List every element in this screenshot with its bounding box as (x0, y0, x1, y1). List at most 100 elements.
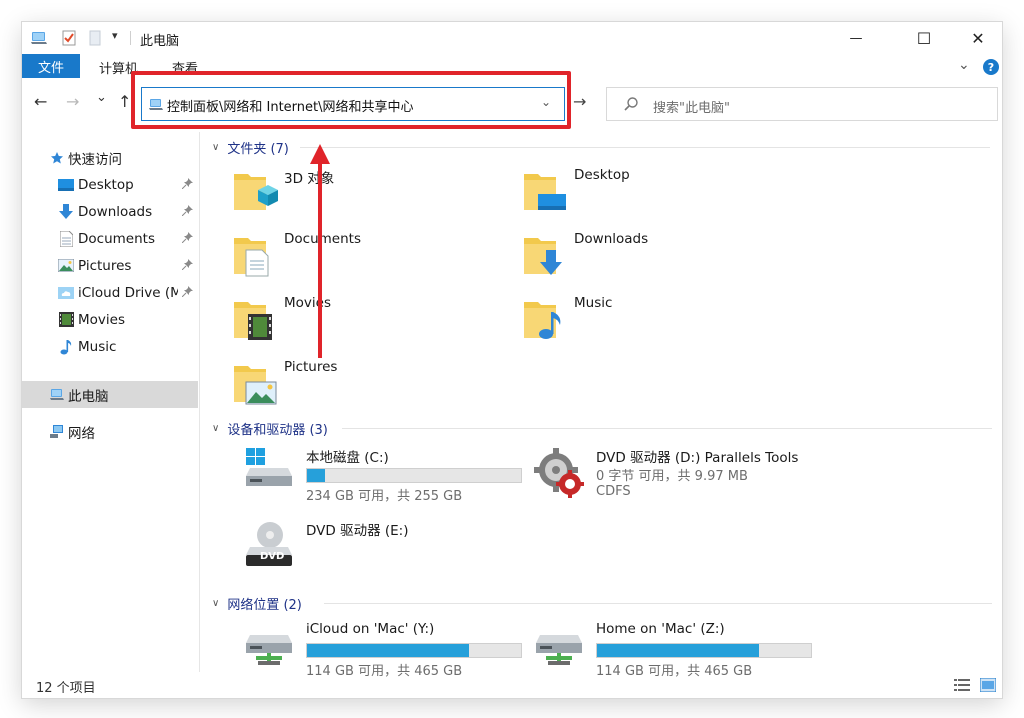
dvd-label: DVD (260, 551, 285, 562)
sidebar-item-downloads[interactable]: Downloads (22, 198, 198, 225)
drive-name: DVD 驱动器 (E:) (306, 523, 409, 539)
folder-item-pictures[interactable]: Pictures (232, 358, 492, 414)
sidebar-item-label: Downloads (78, 203, 153, 220)
sidebar-item-documents[interactable]: Documents (22, 225, 198, 252)
drive-filesystem: CDFS (596, 484, 631, 499)
folder-movies-icon (232, 294, 280, 346)
go-button[interactable]: → (573, 92, 586, 111)
pin-icon[interactable] (181, 204, 193, 219)
pin-icon[interactable] (181, 285, 193, 300)
drive-usage-bar (596, 643, 812, 658)
close-button[interactable]: ✕ (955, 22, 1001, 54)
new-folder-icon[interactable] (88, 30, 102, 50)
search-box[interactable]: 搜索"此电脑" (606, 87, 998, 121)
sidebar-item-icloud-drive[interactable]: iCloud Drive (M (22, 279, 198, 306)
group-header-folders[interactable]: ∨ 文件夹 (7) (212, 138, 992, 157)
group-header-network[interactable]: ∨ 网络位置 (2) (212, 594, 992, 613)
forward-button[interactable]: → (66, 92, 79, 111)
minimize-button[interactable]: — (833, 22, 879, 54)
group-header-label: 文件夹 (7) (227, 142, 289, 157)
sidebar-item-this-pc[interactable]: 此电脑 (22, 381, 198, 408)
group-header-label: 设备和驱动器 (3) (227, 423, 328, 438)
film-icon (57, 311, 75, 329)
group-header-label: 网络位置 (2) (227, 598, 302, 613)
chevron-down-icon: ∨ (212, 423, 220, 434)
sidebar-item-network[interactable]: 网络 (22, 418, 198, 445)
title-bar: ▾ 此电脑 — ☐ ✕ (22, 22, 1002, 54)
recent-locations-button[interactable]: ⌄ (96, 90, 107, 105)
music-note-icon (57, 338, 75, 356)
folder-item-desktop[interactable]: Desktop (522, 166, 782, 222)
folder-item-music[interactable]: Music (522, 294, 782, 350)
pin-icon[interactable] (181, 258, 193, 273)
sidebar-item-label: Music (78, 338, 117, 355)
group-divider (300, 147, 990, 148)
folder-label: Downloads (574, 231, 649, 247)
network-drive-icon (534, 623, 584, 671)
group-divider (342, 428, 992, 429)
folder-label: 3D 对象 (284, 171, 335, 187)
drive-usage-bar (306, 468, 522, 483)
properties-icon[interactable] (62, 30, 76, 50)
tab-file[interactable]: 文件 (22, 54, 80, 78)
this-pc-icon (30, 30, 48, 50)
help-icon[interactable]: ? (983, 59, 999, 75)
pin-icon[interactable] (181, 177, 193, 192)
search-icon (623, 96, 639, 116)
sidebar-item-label: Documents (78, 230, 155, 247)
this-pc-icon (48, 386, 66, 404)
group-divider (324, 603, 992, 604)
folder-item-3d-objects[interactable]: 3D 对象 (232, 166, 492, 222)
drive-name: iCloud on 'Mac' (Y:) (306, 621, 435, 637)
picture-icon (57, 257, 75, 275)
pin-icon[interactable] (181, 231, 193, 246)
drive-item-d[interactable]: DVD 驱动器 (D:) Parallels Tools 0 字节 可用，共 9… (534, 446, 834, 506)
folder-3d-objects-icon (232, 166, 280, 218)
dvd-drive-icon: DVD (244, 521, 294, 571)
search-placeholder: 搜索"此电脑" (653, 101, 730, 116)
download-arrow-icon (57, 203, 75, 221)
tiles-view-icon[interactable] (979, 677, 997, 693)
drive-item-e[interactable]: DVD DVD 驱动器 (E:) (244, 519, 534, 579)
folder-downloads-icon (522, 230, 570, 282)
drive-item-c[interactable]: 本地磁盘 (C:) 234 GB 可用，共 255 GB (244, 446, 534, 506)
details-view-icon[interactable] (954, 677, 970, 691)
drive-usage-fill (307, 469, 325, 482)
folder-label: Desktop (574, 167, 630, 183)
folder-item-documents[interactable]: Documents (232, 230, 492, 286)
cloud-folder-icon (57, 284, 75, 302)
folder-desktop-icon (522, 166, 570, 218)
chevron-down-icon: ∨ (212, 598, 220, 609)
navigation-bar: ← → ⌄ ↑ 控制面板\网络和 Internet\网络和共享中心 ⌄ → 搜索… (22, 71, 1002, 129)
sidebar-item-music[interactable]: Music (22, 333, 198, 360)
back-button[interactable]: ← (34, 92, 47, 111)
up-button[interactable]: ↑ (118, 92, 131, 111)
sidebar-item-quick-access[interactable]: 快速访问 (22, 144, 198, 171)
drive-usage-fill (307, 644, 469, 657)
maximize-button[interactable]: ☐ (901, 22, 947, 54)
sidebar-item-pictures[interactable]: Pictures (22, 252, 198, 279)
drive-name: DVD 驱动器 (D:) Parallels Tools (596, 450, 799, 466)
network-icon (48, 423, 66, 441)
navigation-pane: 快速访问 Desktop Downloads Documents Picture… (22, 132, 200, 672)
drive-usage-fill (597, 644, 759, 657)
title-separator (130, 31, 131, 45)
sidebar-item-desktop[interactable]: Desktop (22, 171, 198, 198)
qat-customize-icon[interactable]: ▾ (112, 29, 118, 42)
star-icon (48, 149, 66, 167)
sidebar-item-label: 此电脑 (68, 388, 109, 405)
group-header-devices[interactable]: ∨ 设备和驱动器 (3) (212, 419, 992, 438)
item-count: 12 个项目 (36, 681, 96, 696)
folder-item-downloads[interactable]: Downloads (522, 230, 782, 286)
windows-drive-icon (244, 448, 294, 494)
status-bar: 12 个项目 (22, 672, 1002, 698)
folder-item-movies[interactable]: Movies (232, 294, 492, 350)
sidebar-item-label: Pictures (78, 257, 132, 274)
sidebar-item-movies[interactable]: Movies (22, 306, 198, 333)
window-title: 此电脑 (140, 34, 180, 49)
sidebar-item-label: 网络 (68, 425, 95, 442)
ribbon-collapse-icon[interactable]: ⌄ (958, 57, 970, 73)
annotation-highlight-box (131, 71, 571, 129)
folder-label: Pictures (284, 359, 338, 375)
desktop-icon (57, 176, 75, 194)
